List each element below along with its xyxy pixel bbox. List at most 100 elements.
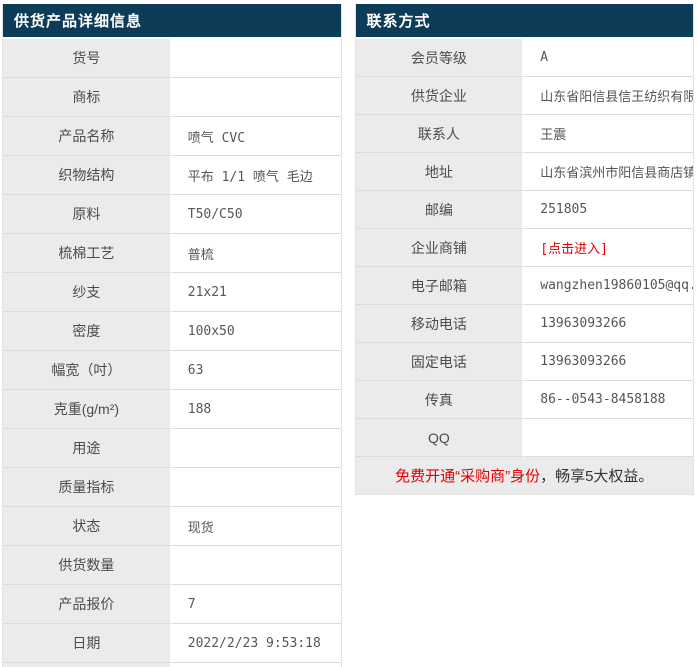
row-value: 251805 [524,191,693,229]
row-label: 梳棉工艺 [3,234,172,273]
row-label: QQ [355,419,525,457]
row-value: 2022/2/23 9:53:18 [171,624,341,663]
table-row: 产品报价 7 [3,585,341,624]
contact-info-header: 联系方式 [355,4,693,39]
row-value: 188 [171,390,341,429]
table-row: 密度 100x50 [3,312,341,351]
row-label: 克重(g/m²) [3,390,172,429]
table-row: 传真 86--0543-8458188 [355,381,693,419]
table-row: 邮编 251805 [355,191,693,229]
row-value: 平布 1/1 喷气 毛边 [171,156,341,195]
row-label: 地址 [355,153,525,191]
product-info-title: 供货产品详细信息 [3,4,341,39]
table-row: 用途 [3,429,341,468]
table-row: 会员等级 A [355,39,693,77]
table-row: 原料 T50/C50 [3,195,341,234]
table-row: 纱支 21x21 [3,273,341,312]
row-value: 王震 [524,115,693,153]
promo-row: 免费开通“采购商”身份，畅享5大权益。 [355,457,693,494]
row-label: 纱支 [3,273,172,312]
row-value [171,429,341,468]
row-label: 备注 [3,663,172,667]
contact-info-rows: 会员等级 A 供货企业 山东省阳信县信王纺织有限公司 联系人 王震 地址 山东省… [355,39,693,457]
promo-section: 免费开通“采购商”身份，畅享5大权益。 [355,457,693,494]
table-row: 电子邮箱 wangzhen19860105@qq.com [355,267,693,305]
table-row: 商标 [3,78,341,117]
table-row: 联系人 王震 [355,115,693,153]
row-label: 质量指标 [3,468,172,507]
table-row: 状态 现货 [3,507,341,546]
row-label: 固定电话 [355,343,525,381]
row-value [171,546,341,585]
row-value: 63 [171,351,341,390]
table-row: 日期 2022/2/23 9:53:18 [3,624,341,663]
row-value [171,78,341,117]
row-label: 产品名称 [3,117,172,156]
table-row: 幅宽（吋） 63 [3,351,341,390]
row-value: 喷气 CVC [171,117,341,156]
row-label: 传真 [355,381,525,419]
table-row: 梳棉工艺 普梳 [3,234,341,273]
row-label: 企业商铺 [355,229,525,267]
row-value: 山东省阳信县信王纺织有限公司 [524,77,693,115]
table-row: 产品名称 喷气 CVC [3,117,341,156]
row-label: 状态 [3,507,172,546]
table-row: 固定电话 13963093266 [355,343,693,381]
row-value: 86--0543-8458188 [524,381,693,419]
row-value: 现货 [171,507,341,546]
row-label: 日期 [3,624,172,663]
two-column-layout: 供货产品详细信息 货号 商标 产品名称 喷气 CVC 织物结构 平布 1/1 喷… [2,4,694,667]
table-row: 企业商铺 [点击进入] [355,229,693,267]
row-label: 产品报价 [3,585,172,624]
page: 供货产品详细信息 货号 商标 产品名称 喷气 CVC 织物结构 平布 1/1 喷… [0,0,698,667]
buyer-signup-link[interactable]: 免费开通“采购商”身份 [395,468,540,485]
row-value: 染色漂白印花 喷汽坯万能坯 毛边 大化 [172,663,341,667]
row-value [171,39,341,78]
table-row: QQ [355,419,693,457]
row-label: 移动电话 [355,305,525,343]
row-label: 电子邮箱 [355,267,525,305]
row-value: 13963093266 [524,305,693,343]
row-value [524,419,693,457]
row-label: 用途 [3,429,172,468]
table-row: 供货数量 [3,546,341,585]
row-value: 普梳 [171,234,341,273]
table-row: 货号 [3,39,341,78]
promo-cell: 免费开通“采购商”身份，畅享5大权益。 [355,457,693,494]
row-label: 供货数量 [3,546,172,585]
row-value: A [524,39,693,77]
product-info-rows: 货号 商标 产品名称 喷气 CVC 织物结构 平布 1/1 喷气 毛边 原料 T… [3,39,341,667]
row-value: 7 [171,585,341,624]
row-label: 商标 [3,78,172,117]
table-row: 织物结构 平布 1/1 喷气 毛边 [3,156,341,195]
row-label: 联系人 [355,115,525,153]
shop-enter-link[interactable]: [点击进入] [524,229,693,267]
row-label: 幅宽（吋） [3,351,172,390]
panel-title-row: 供货产品详细信息 [3,4,341,39]
table-row: 备注 染色漂白印花 喷汽坯万能坯 毛边 大化 [3,663,341,667]
row-value: 100x50 [171,312,341,351]
table-row: 供货企业 山东省阳信县信王纺织有限公司 [355,77,693,115]
table-row: 克重(g/m²) 188 [3,390,341,429]
row-label: 供货企业 [355,77,525,115]
table-row: 地址 山东省滨州市阳信县商店镇 [355,153,693,191]
row-value: 山东省滨州市阳信县商店镇 [524,153,693,191]
row-value: wangzhen19860105@qq.com [524,267,693,305]
row-label: 会员等级 [355,39,525,77]
row-label: 邮编 [355,191,525,229]
table-row: 质量指标 [3,468,341,507]
product-info-header: 供货产品详细信息 [3,4,341,39]
table-row: 移动电话 13963093266 [355,305,693,343]
row-label: 密度 [3,312,172,351]
product-info-table: 供货产品详细信息 货号 商标 产品名称 喷气 CVC 织物结构 平布 1/1 喷… [2,4,342,667]
row-value: 21x21 [171,273,341,312]
row-label: 织物结构 [3,156,172,195]
row-value: T50/C50 [171,195,341,234]
promo-rest-text: ，畅享5大权益。 [540,468,654,485]
row-value [171,468,341,507]
contact-info-table: 联系方式 会员等级 A 供货企业 山东省阳信县信王纺织有限公司 联系人 王震 地… [354,4,694,495]
row-value: 13963093266 [524,343,693,381]
panel-title-row: 联系方式 [355,4,693,39]
row-label: 原料 [3,195,172,234]
row-label: 货号 [3,39,172,78]
